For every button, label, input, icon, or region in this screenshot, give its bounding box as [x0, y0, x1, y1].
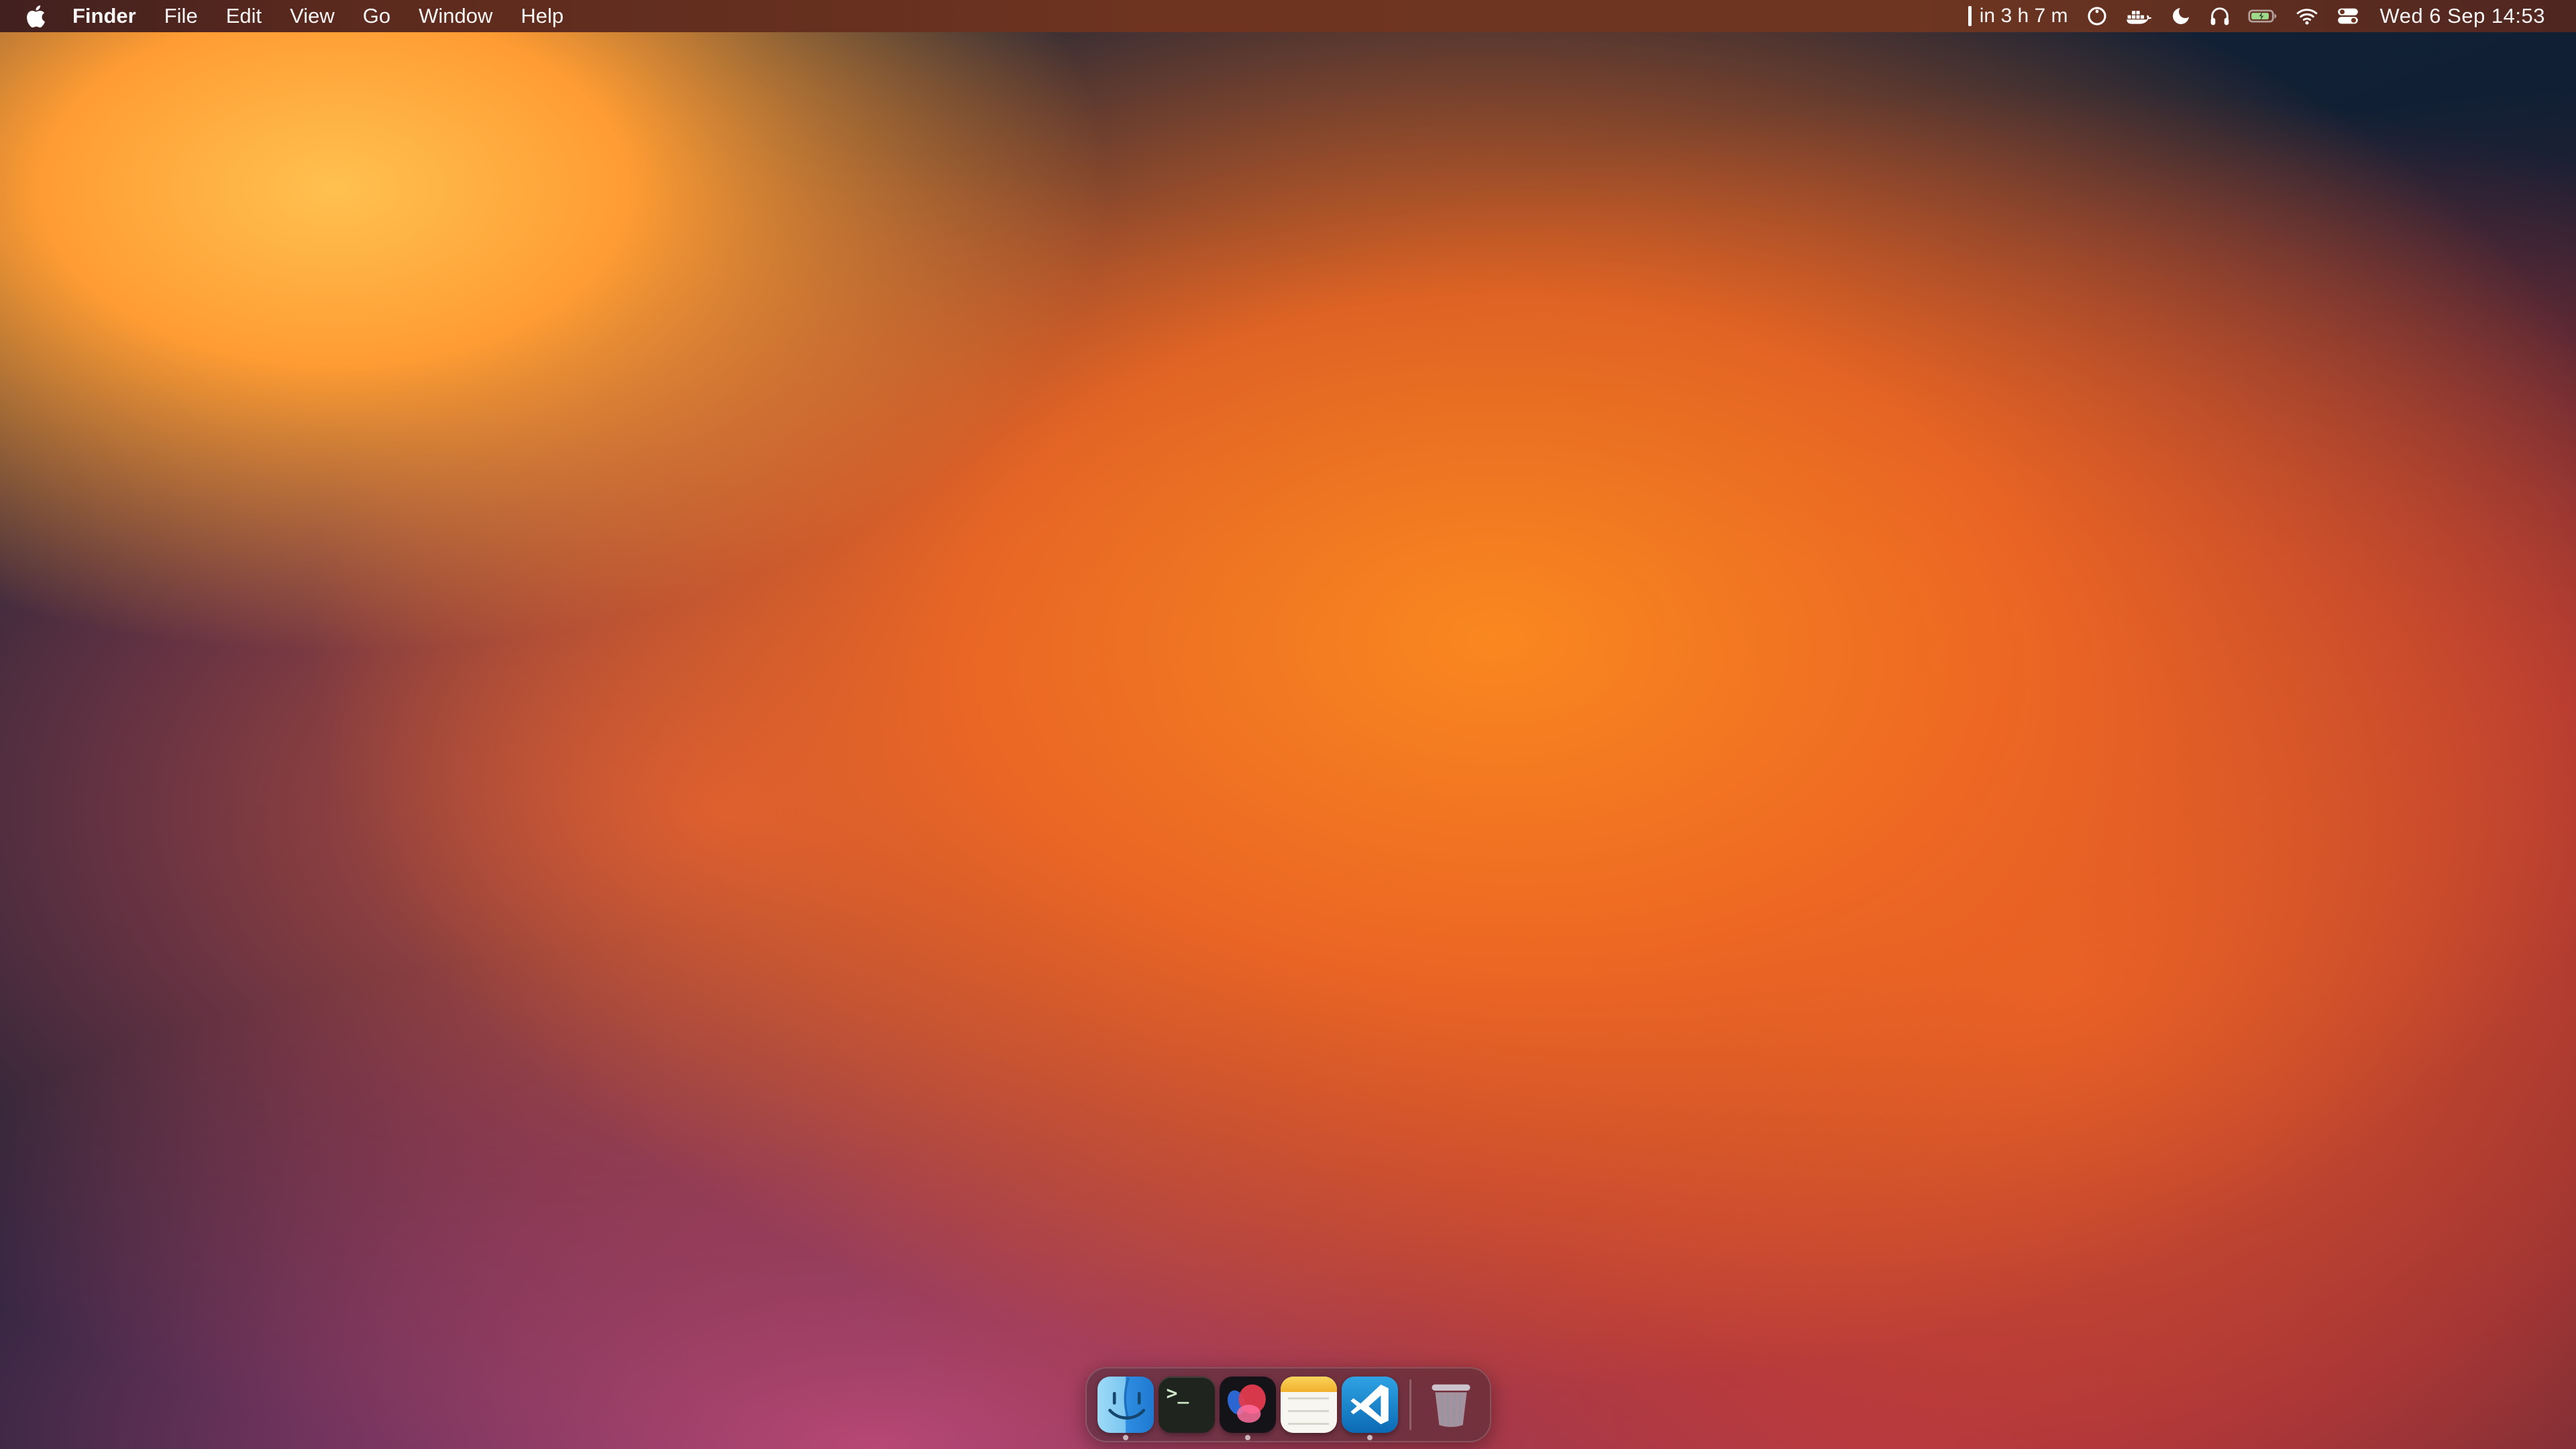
running-indicator	[1245, 1435, 1250, 1440]
vscode-icon	[1342, 1377, 1398, 1433]
notes-icon	[1281, 1377, 1337, 1433]
focus-moon-icon	[2170, 5, 2192, 27]
headphones-icon	[2209, 5, 2231, 27]
menu-file[interactable]: File	[150, 0, 212, 32]
menu-bar: Finder File Edit View Go Window Help in …	[0, 0, 2576, 32]
active-app-menu[interactable]: Finder	[58, 0, 150, 32]
notes-yellow-band	[1281, 1377, 1337, 1392]
photos-flower-icon	[1220, 1377, 1276, 1433]
finder-icon	[1097, 1377, 1154, 1433]
focus-status-item[interactable]	[2161, 0, 2200, 32]
finder-face-icon	[1097, 1377, 1154, 1433]
timer-status-item[interactable]: in 3 h 7 m	[1960, 0, 2077, 32]
trash-icon	[1423, 1377, 1479, 1433]
audio-status-item[interactable]	[2200, 0, 2239, 32]
menu-bar-left: Finder File Edit View Go Window Help	[23, 0, 578, 32]
dock-item-photos[interactable]	[1220, 1377, 1276, 1433]
menu-bar-status-area: in 3 h 7 m	[1960, 0, 2548, 32]
running-indicator	[1367, 1435, 1373, 1440]
control-center-icon	[2337, 5, 2359, 28]
terminal-icon: >_	[1159, 1377, 1215, 1433]
dock-item-terminal[interactable]: >_	[1159, 1377, 1215, 1433]
menu-edit[interactable]: Edit	[212, 0, 276, 32]
dock-item-notes[interactable]	[1281, 1377, 1337, 1433]
dock-wrap: >_	[0, 1367, 2576, 1442]
menubar-clock[interactable]: Wed 6 Sep 14:53	[2368, 0, 2548, 32]
menu-window[interactable]: Window	[405, 0, 506, 32]
status-ring-item[interactable]	[2077, 0, 2117, 32]
desktop[interactable]: Finder File Edit View Go Window Help in …	[0, 0, 2576, 1449]
wifi-icon	[2295, 5, 2319, 27]
battery-icon	[2248, 6, 2277, 26]
battery-status-item[interactable]	[2239, 0, 2286, 32]
timer-bar-icon	[1968, 6, 1972, 26]
timer-text: in 3 h 7 m	[1980, 5, 2068, 28]
apple-logo-icon	[27, 5, 45, 28]
docker-icon	[2126, 7, 2153, 25]
running-indicator	[1123, 1435, 1128, 1440]
dock-item-trash[interactable]	[1423, 1377, 1479, 1433]
menu-help[interactable]: Help	[506, 0, 578, 32]
dock-item-vscode[interactable]	[1342, 1377, 1398, 1433]
dock: >_	[1085, 1367, 1491, 1442]
status-ring-icon	[2086, 5, 2108, 28]
wifi-status-item[interactable]	[2286, 0, 2328, 32]
vscode-logo-icon	[1347, 1382, 1392, 1427]
menu-go[interactable]: Go	[349, 0, 405, 32]
dock-separator	[1409, 1379, 1411, 1430]
terminal-prompt-glyph: >_	[1167, 1382, 1189, 1404]
menu-view[interactable]: View	[276, 0, 349, 32]
notes-lines	[1281, 1392, 1337, 1433]
apple-menu[interactable]	[23, 0, 58, 32]
docker-status-item[interactable]	[2117, 0, 2161, 32]
photos-icon	[1220, 1377, 1276, 1433]
dock-item-finder[interactable]	[1097, 1377, 1154, 1433]
control-center-item[interactable]	[2328, 0, 2368, 32]
